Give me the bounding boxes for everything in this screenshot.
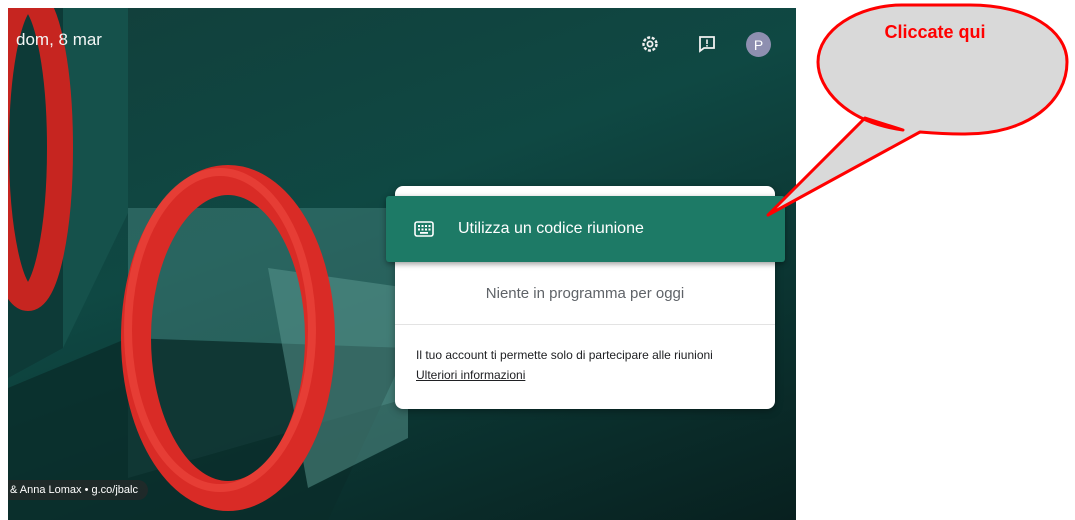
account-info-text: Il tuo account ti permette solo di parte… [416,348,713,362]
no-meetings-message: Niente in programma per oggi [485,285,685,302]
more-info-link[interactable]: Ulteriori informazioni [416,368,525,382]
gear-icon[interactable] [640,34,660,54]
keyboard-icon [414,221,434,237]
card-divider [395,324,775,325]
avatar[interactable]: P [746,32,771,57]
background-credit[interactable]: & Anna Lomax • g.co/jbalc [8,480,148,500]
current-date: dom, 8 mar [16,30,102,49]
feedback-icon[interactable] [697,34,717,54]
avatar-initial: P [753,36,764,53]
meet-home-screen: dom, 8 mar P Utilizza un codice riunione… [8,8,796,520]
use-meeting-code-button[interactable]: Utilizza un codice riunione [386,196,785,262]
callout-text: Cliccate qui [884,22,986,42]
use-meeting-code-label: Utilizza un codice riunione [458,220,644,237]
